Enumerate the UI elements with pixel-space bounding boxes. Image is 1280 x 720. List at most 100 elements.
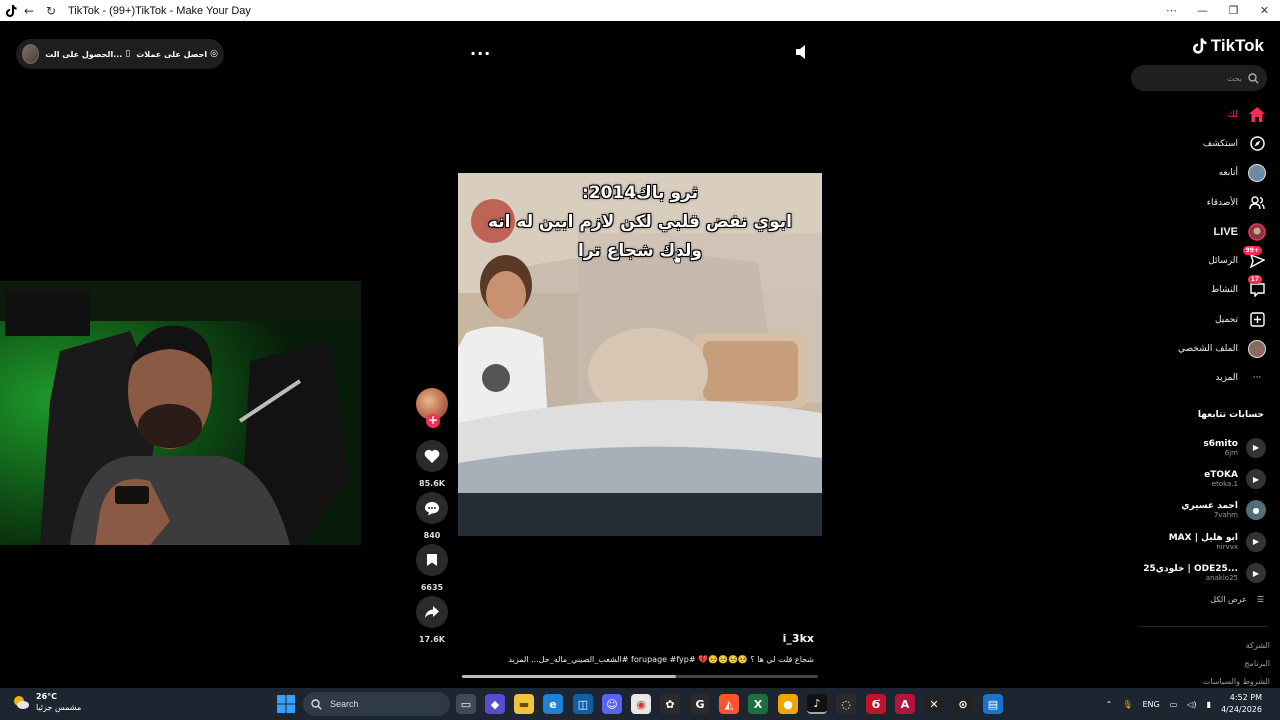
language-indicator[interactable]: ENG <box>1142 700 1159 709</box>
comment-button[interactable] <box>416 492 448 524</box>
sidebar-item-activity[interactable]: النشاط 17 <box>1116 275 1266 305</box>
footer-link-program[interactable]: البرنامج <box>1203 655 1270 673</box>
sidebar-item-upload[interactable]: تحميل <box>1116 305 1266 334</box>
following-account[interactable]: MAX | ابو هليل nirvvx ▶ <box>1086 526 1266 557</box>
following-account[interactable]: s6mito 6jm ▶ <box>1086 432 1266 463</box>
back-button[interactable]: ← <box>18 0 40 21</box>
following-account[interactable]: خلودي25 | ODE25... anaklo25 ▶ <box>1086 558 1266 589</box>
messages-icon: 99+ <box>1242 246 1266 270</box>
follow-plus-icon[interactable]: + <box>426 414 440 428</box>
sidebar-item-label: المزيد <box>1215 373 1238 384</box>
account-avatar: ▶ <box>1246 437 1266 458</box>
more-options-icon[interactable]: ··· <box>470 44 491 63</box>
save-action: 6635 <box>416 544 448 592</box>
get-coins-label: احصل على عملات <box>136 49 208 59</box>
file-explorer-icon[interactable]: ▬ <box>514 694 534 714</box>
avatar[interactable] <box>22 44 40 64</box>
menu-dots-icon[interactable]: ⋯ <box>1156 0 1187 21</box>
video-player[interactable]: ثرو باك2014: ابوي نفض قلبي لكن لازم ابين… <box>458 173 822 536</box>
network-icon[interactable]: ▭ <box>1170 700 1178 709</box>
sidebar-item-live[interactable]: LIVE <box>1116 217 1266 246</box>
sidebar-item-profile[interactable]: الملف الشخصي <box>1116 334 1266 363</box>
account-name: خلودي25 | ODE25... <box>1143 564 1238 575</box>
battery-icon[interactable]: ▮ <box>1207 700 1211 709</box>
excel-icon[interactable]: X <box>748 694 768 714</box>
maximize-button[interactable]: ❐ <box>1218 0 1249 21</box>
capcut-icon[interactable]: ✕ <box>924 694 944 714</box>
weather-sun-icon <box>14 696 29 709</box>
task-view-icon[interactable]: ▭ <box>456 694 476 714</box>
windows-start-icon[interactable] <box>277 695 295 713</box>
photos-icon[interactable]: ▤ <box>983 694 1003 714</box>
sidebar-item-explore[interactable]: استكشف <box>1116 129 1266 158</box>
volume-tray-icon[interactable]: ◁) <box>1187 700 1196 709</box>
account-name: احمد عسيري <box>1181 501 1238 512</box>
footer-link-company[interactable]: الشركة <box>1203 637 1270 655</box>
messages-badge: 99+ <box>1242 246 1262 256</box>
windows-taskbar: 26°C مشمس جزئيا Search ▭ ◆ ▬ e ◫ ☺ ◉ ✿ G… <box>0 688 1280 720</box>
copilot-icon[interactable]: ◆ <box>485 694 505 714</box>
microphone-icon[interactable]: 🎙 <box>1122 700 1132 709</box>
sidebar-item-following[interactable]: أتابعه <box>1116 159 1266 188</box>
steam-icon[interactable]: ⊙ <box>953 694 973 714</box>
account-avatar: ▶ <box>1246 469 1266 490</box>
view-all-button[interactable]: عرض الكل ☰ <box>1210 595 1264 604</box>
save-button[interactable] <box>416 544 448 576</box>
sidebar-item-messages[interactable]: الرسائل 99+ <box>1116 246 1266 275</box>
webcam-image <box>0 281 361 545</box>
following-account[interactable]: eTOKA etoka.1 ▶ <box>1086 463 1266 494</box>
friends-icon <box>1248 194 1266 212</box>
clock-time: 4:52 PM <box>1229 693 1262 702</box>
taskbar-search-box[interactable]: Search <box>303 692 450 716</box>
tiktok-logo[interactable]: TikTok <box>1192 36 1264 56</box>
affinity-icon[interactable]: A <box>895 694 915 714</box>
chevron-up-icon[interactable]: ⌃ <box>1106 700 1113 709</box>
sidebar-item-label: استكشف <box>1202 138 1238 149</box>
account-username: nirvvx <box>1216 542 1238 551</box>
comment-count: 840 <box>423 531 441 540</box>
app-g-icon[interactable]: G <box>690 694 710 714</box>
view-all-label: عرض الكل <box>1210 595 1247 604</box>
more-icon: ··· <box>1252 373 1262 384</box>
video-description[interactable]: شجاع قلت لي ها ؟ 🥺🥺🥺🥺💔 #forupage #fyp #ا… <box>468 655 814 664</box>
sidebar-item-label: الملف الشخصي <box>1178 344 1238 355</box>
clock[interactable]: 4:52 PM 4/24/2026 <box>1221 692 1262 716</box>
weather-widget[interactable]: 26°C مشمس جزئيا <box>12 691 81 713</box>
chatgpt-icon[interactable]: ✿ <box>660 694 680 714</box>
volume-icon[interactable] <box>795 44 809 60</box>
sidebar-item-label: الأصدقاء <box>1206 197 1238 208</box>
messenger-icon[interactable]: ● <box>778 694 798 714</box>
get-coins-button[interactable]: احصل على عملات ◎ <box>136 49 218 59</box>
live-icon <box>1248 223 1266 241</box>
avatar <box>1248 164 1266 183</box>
close-button[interactable]: ✕ <box>1249 0 1280 21</box>
sidebar-item-friends[interactable]: الأصدقاء <box>1116 188 1266 217</box>
clock-date: 4/24/2026 <box>1220 705 1262 714</box>
account-avatar: ▶ <box>1246 563 1266 584</box>
video-progress-bar[interactable] <box>462 675 818 678</box>
store-icon[interactable]: ◫ <box>573 694 593 714</box>
window-title: TikTok - (99+)TikTok - Make Your Day <box>68 4 251 17</box>
brave-icon[interactable]: ◭ <box>719 694 739 714</box>
reload-button[interactable]: ↻ <box>40 0 62 21</box>
following-accounts-heading: حسابات تتابعها <box>1197 410 1264 420</box>
video-caption-overlay: ثرو باك2014: ابوي نفض قلبي لكن لازم ابين… <box>458 179 822 266</box>
share-button[interactable] <box>416 596 448 628</box>
sidebar-item-label: لك <box>1227 109 1238 120</box>
account-name: s6mito <box>1203 438 1238 449</box>
sidebar-item-for-you[interactable]: لك <box>1116 100 1266 129</box>
obs-icon[interactable]: ◌ <box>836 694 856 714</box>
like-button[interactable] <box>416 440 448 472</box>
sidebar-item-more[interactable]: المزيد ··· <box>1116 364 1266 393</box>
tiktok-taskbar-icon[interactable]: ♪ <box>807 694 827 714</box>
app-red-icon[interactable]: Ϭ <box>866 694 886 714</box>
video-username[interactable]: i_3kx <box>783 632 814 645</box>
minimize-button[interactable]: — <box>1187 0 1218 21</box>
edge-icon[interactable]: e <box>543 694 563 714</box>
following-account[interactable]: احمد عسيري 7vahm ● <box>1086 495 1266 526</box>
search-input[interactable]: بحث <box>1131 65 1267 91</box>
profile-avatar <box>1248 340 1266 359</box>
get-app-button[interactable]: الحصول على الت... ▯ <box>45 49 130 59</box>
chrome-icon[interactable]: ◉ <box>631 694 651 714</box>
discord-icon[interactable]: ☺ <box>602 694 622 714</box>
